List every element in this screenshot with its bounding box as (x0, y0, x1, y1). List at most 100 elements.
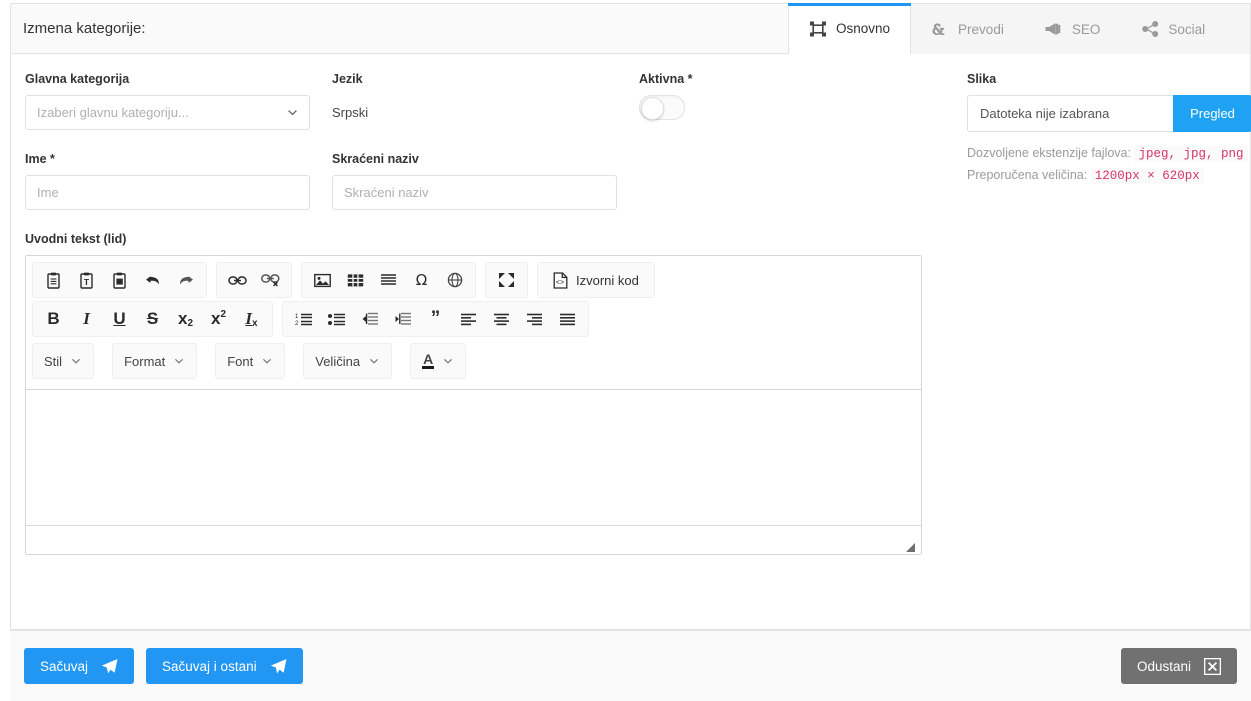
paste-as-text-icon[interactable]: T (70, 266, 103, 294)
align-right-icon[interactable] (518, 305, 551, 333)
recommended-size-value: 1200px × 620px (1090, 168, 1204, 184)
tab-osnovno[interactable]: Osnovno (788, 3, 912, 54)
active-label: Aktivna * (639, 72, 693, 86)
toolbar-group-maximize (485, 262, 528, 298)
svg-text:&: & (932, 22, 944, 38)
font-dropdown-label: Font (227, 353, 254, 369)
subscript-icon[interactable]: x2 (169, 305, 202, 333)
field-parent-category: Glavna kategorija Izaberi glavnu kategor… (25, 72, 310, 130)
strikethrough-icon[interactable]: S (136, 305, 169, 333)
source-code-button[interactable]: <> Izvorni kod (542, 266, 650, 294)
iframe-icon[interactable] (438, 266, 471, 294)
maximize-icon[interactable] (490, 266, 523, 294)
field-name: Ime * Ime (25, 152, 310, 210)
toolbar-row-3: Stil Format Font Veličina A (32, 343, 915, 379)
toolbar-group-clipboard: T (32, 262, 207, 298)
image-panel: Slika Datoteka nije izabrana Pregled Doz… (945, 72, 1251, 555)
toolbar-group-insert: Ω (301, 262, 476, 298)
form-body: Glavna kategorija Izaberi glavnu kategor… (10, 54, 1251, 630)
unlink-icon[interactable] (254, 266, 287, 294)
tab-label: Osnovno (836, 21, 891, 36)
page-header: Izmena kategorije: Osnovno & Prevodi SEO (10, 3, 1251, 54)
italic-icon[interactable]: I (70, 305, 103, 333)
cancel-button[interactable]: Odustani (1120, 648, 1237, 684)
allowed-extensions-row: Dozvoljene ekstenzije fajlova: jpeg, jpg… (967, 143, 1251, 165)
row-name-shortname: Ime * Ime Skraćeni naziv Skraćeni naziv (25, 152, 945, 210)
save-button[interactable]: Sačuvaj (24, 648, 135, 684)
format-dropdown[interactable]: Format (112, 343, 198, 379)
text-color-icon: A (422, 351, 435, 369)
outdent-icon[interactable] (353, 305, 386, 333)
toggle-knob (641, 97, 664, 120)
align-center-icon[interactable] (485, 305, 518, 333)
language-label: Jezik (332, 72, 363, 86)
size-dropdown[interactable]: Veličina (303, 343, 393, 379)
save-label: Sačuvaj (40, 658, 89, 674)
svg-text:2: 2 (295, 321, 299, 326)
name-input[interactable]: Ime (25, 175, 310, 210)
bold-label: B (47, 309, 60, 328)
paste-icon[interactable] (37, 266, 70, 294)
link-icon[interactable] (221, 266, 254, 294)
chevron-down-icon (174, 356, 185, 366)
short-name-input[interactable]: Skraćeni naziv (332, 175, 617, 210)
underline-label: U (113, 309, 126, 328)
toolbar-group-basic-styles: B I U S x 2 x 2 I x (32, 301, 273, 337)
redo-icon[interactable] (169, 266, 202, 294)
source-code-label: Izvorni kod (576, 272, 639, 288)
remove-format-base: I (245, 309, 253, 328)
chevron-down-icon (443, 356, 454, 366)
editor-content-area[interactable] (26, 390, 921, 526)
remove-format-index: x (252, 318, 258, 329)
superscript-base: x (210, 309, 221, 328)
image-label: Slika (967, 72, 997, 86)
save-and-stay-button[interactable]: Sačuvaj i ostani (146, 648, 303, 684)
name-label: Ime * (25, 152, 55, 166)
file-name-field[interactable]: Datoteka nije izabrana (967, 95, 1173, 132)
format-dropdown-label: Format (124, 353, 166, 369)
style-dropdown[interactable]: Stil (32, 343, 95, 379)
megaphone-icon (1045, 20, 1063, 38)
blockquote-icon[interactable]: ” (419, 305, 452, 333)
font-dropdown[interactable]: Font (215, 343, 286, 379)
editor-toolbar: T Ω <> Izvorni kod B I U S x 2 x 2 I x 1… (26, 256, 921, 390)
align-left-icon[interactable] (452, 305, 485, 333)
resize-grip-icon[interactable] (906, 540, 915, 552)
horizontal-rule-icon[interactable] (372, 266, 405, 294)
toolbar-row-1: T Ω <> Izvorni kod (32, 262, 915, 298)
file-picker: Datoteka nije izabrana Pregled (967, 95, 1251, 132)
svg-text:1: 1 (295, 314, 299, 320)
save-and-stay-label: Sačuvaj i ostani (162, 658, 257, 674)
undo-icon[interactable] (136, 266, 169, 294)
remove-format-icon[interactable]: Ix (235, 305, 268, 333)
form-left-column: Glavna kategorija Izaberi glavnu kategor… (25, 72, 945, 555)
image-icon[interactable] (306, 266, 339, 294)
table-icon[interactable] (339, 266, 372, 294)
translate-icon: & (931, 20, 949, 38)
toolbar-group-paragraph: 12 ” (282, 301, 589, 337)
underline-icon[interactable]: U (103, 305, 136, 333)
numbered-list-icon[interactable]: 12 (287, 305, 320, 333)
bulleted-list-icon[interactable] (320, 305, 353, 333)
chevron-down-icon (287, 107, 298, 118)
parent-category-select[interactable]: Izaberi glavnu kategoriju... (25, 95, 310, 130)
tab-prevodi[interactable]: & Prevodi (911, 4, 1025, 54)
bold-icon[interactable]: B (37, 305, 70, 333)
justify-icon[interactable] (551, 305, 584, 333)
indent-icon[interactable] (386, 305, 419, 333)
browse-button[interactable]: Pregled (1173, 95, 1251, 132)
paste-from-word-icon[interactable] (103, 266, 136, 294)
parent-category-placeholder: Izaberi glavnu kategoriju... (37, 105, 189, 120)
toolbar-row-2: B I U S x 2 x 2 I x 1 2 ” (32, 301, 915, 337)
frame-icon (809, 20, 827, 38)
field-active: Aktivna * (639, 72, 924, 130)
text-color-dropdown[interactable]: A (410, 343, 467, 379)
special-character-icon[interactable]: Ω (405, 266, 438, 294)
tab-seo[interactable]: SEO (1025, 4, 1122, 54)
recommended-size-label: Preporučena veličina: (967, 168, 1088, 182)
superscript-icon[interactable]: x2 (202, 305, 235, 333)
tab-social[interactable]: Social (1121, 4, 1226, 54)
active-toggle[interactable] (639, 95, 685, 120)
rich-text-editor: T Ω <> Izvorni kod B I U S x 2 x 2 I x 1… (25, 255, 922, 555)
subscript-base: x (177, 309, 188, 328)
